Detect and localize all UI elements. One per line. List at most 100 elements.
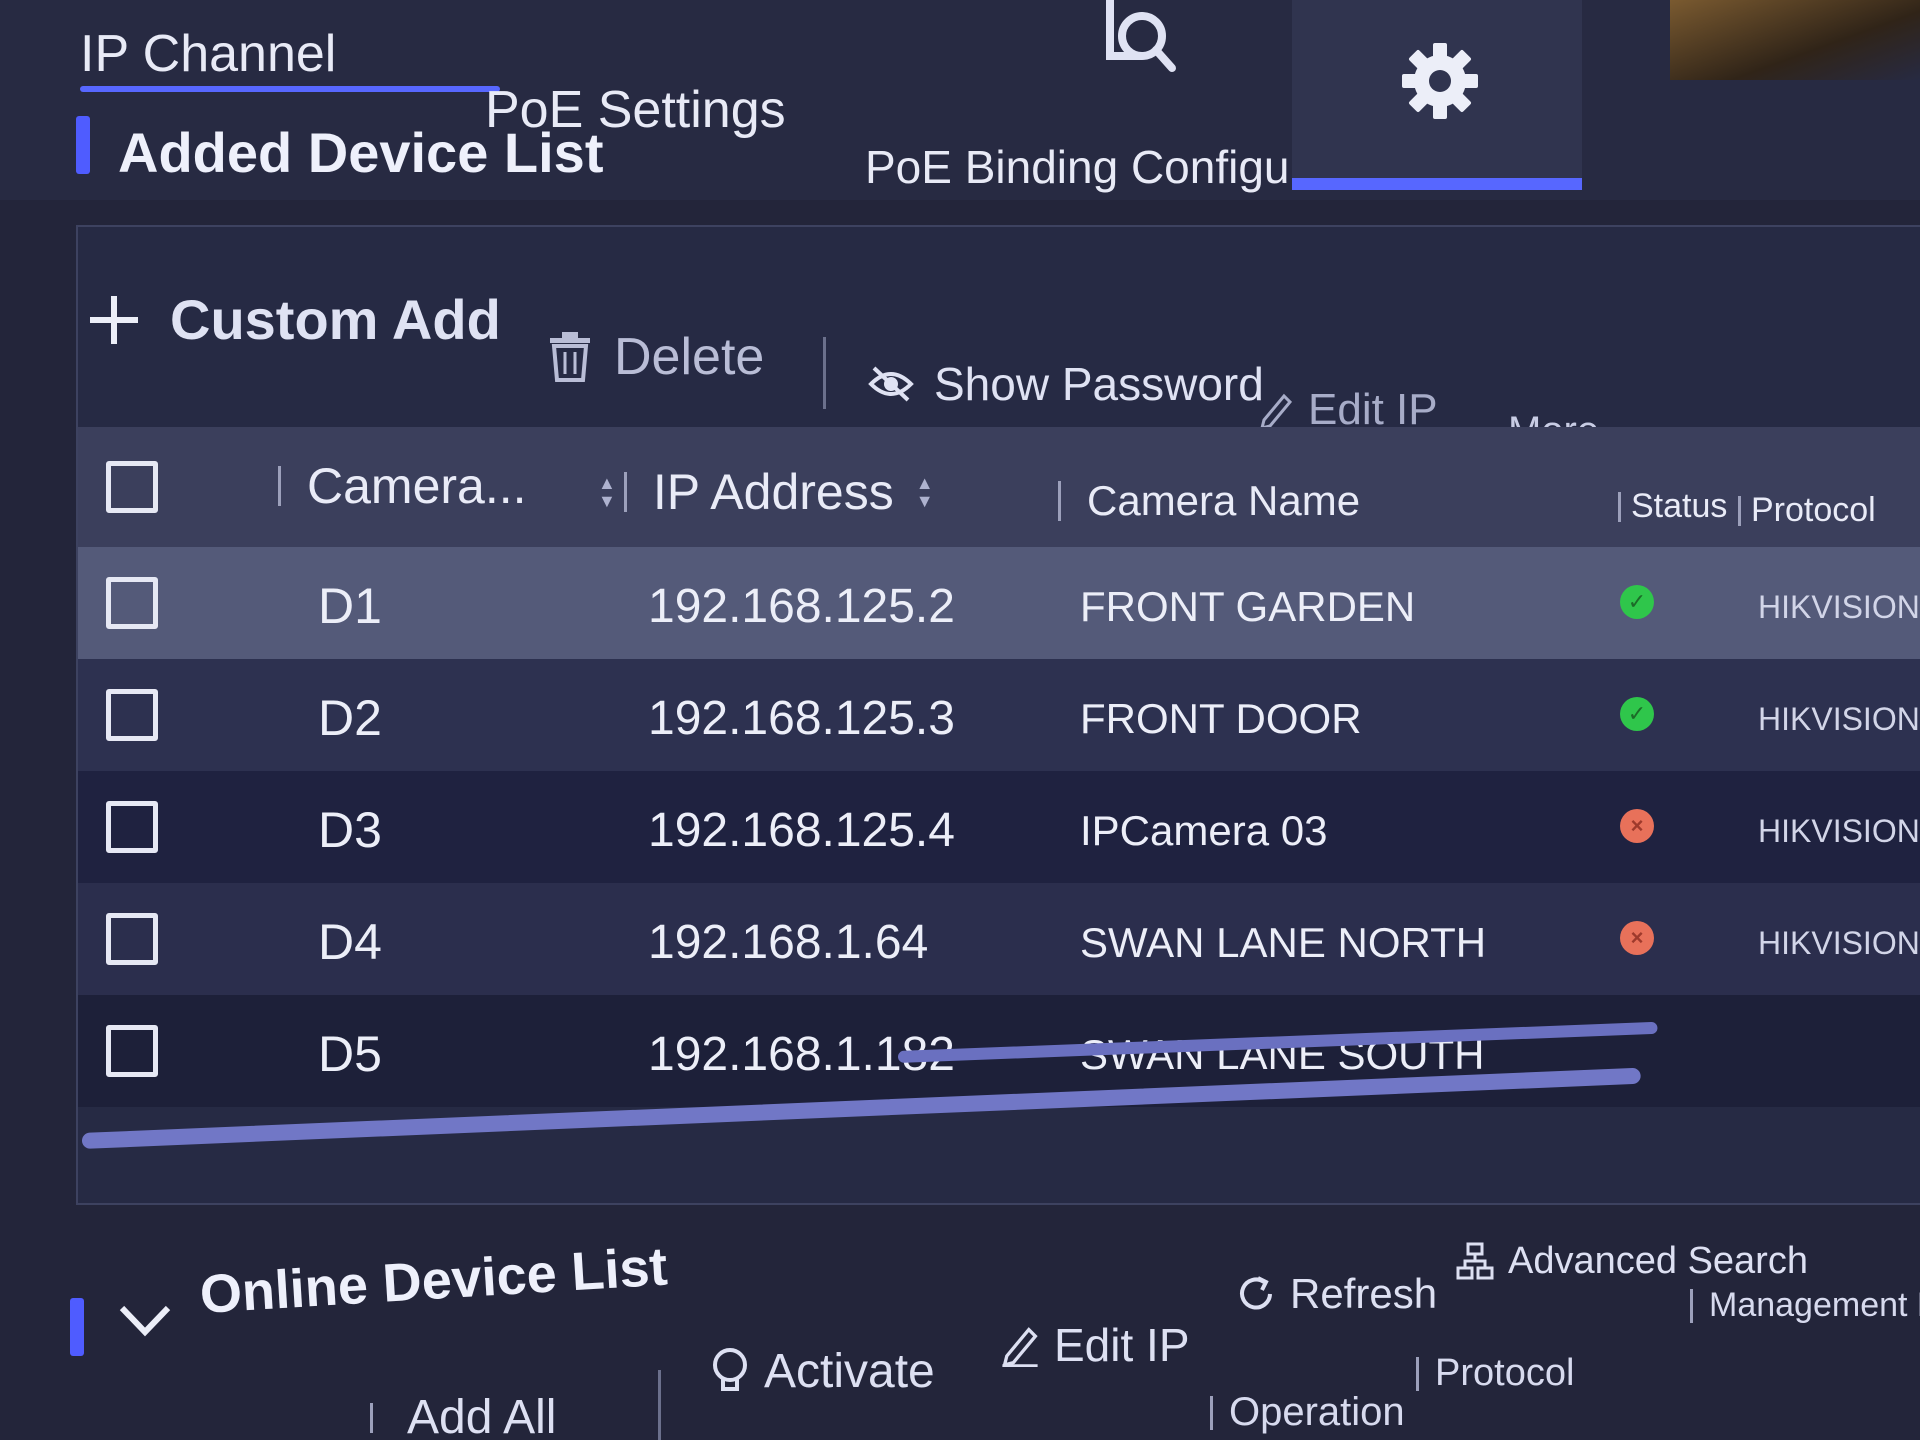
row-checkbox[interactable] xyxy=(106,913,158,965)
column-divider xyxy=(1738,495,1741,526)
column-header-management-port-label: Management Port xyxy=(1709,1286,1920,1324)
tab-ip-channel-label: IP Channel xyxy=(80,25,337,83)
online-device-toolbar: Add All Activate Edit IP Refresh Advance… xyxy=(60,1220,1920,1440)
protocol-cell: HIKVISION xyxy=(1758,589,1920,625)
sort-icon: ▲ ▼ xyxy=(598,473,616,511)
trash-icon xyxy=(550,332,590,382)
search-document-icon xyxy=(1106,0,1176,72)
camera-name-cell: IPCamera 03 xyxy=(1080,807,1328,854)
column-header-protocol-label: Protocol xyxy=(1751,491,1876,529)
advanced-search-label: Advanced Search xyxy=(1508,1240,1808,1282)
column-divider xyxy=(623,472,627,512)
status-online-icon: ✓ xyxy=(1620,697,1654,731)
advanced-search-button[interactable]: Advanced Search xyxy=(1456,1240,1808,1283)
activate-label: Activate xyxy=(764,1345,935,1398)
pencil-icon xyxy=(1259,393,1293,430)
row-checkbox[interactable] xyxy=(106,1025,158,1077)
ip-cell: 192.168.125.4 xyxy=(648,804,955,857)
monitor-bezel xyxy=(1670,0,1920,80)
channel-cell: D1 xyxy=(318,578,382,634)
column-divider xyxy=(1210,1395,1213,1430)
row-checkbox[interactable] xyxy=(106,801,158,853)
column-header-online-protocol[interactable]: Protocol xyxy=(1416,1352,1574,1395)
column-header-operation-label: Operation xyxy=(1229,1390,1405,1434)
channel-cell: D2 xyxy=(318,690,382,746)
channel-cell: D3 xyxy=(318,802,382,858)
column-header-protocol[interactable]: Protocol xyxy=(1738,491,1876,530)
nav-settings-button[interactable] xyxy=(1292,0,1582,190)
sort-icon: ▲ ▼ xyxy=(915,473,934,511)
activate-button[interactable]: Activate xyxy=(710,1344,935,1399)
column-header-name-label: Camera Name xyxy=(1087,477,1361,524)
ip-cell: 192.168.1.64 xyxy=(648,916,929,969)
column-divider xyxy=(1058,481,1061,521)
column-divider xyxy=(370,1402,373,1433)
column-header-operation[interactable]: Operation xyxy=(1210,1390,1405,1435)
row-checkbox[interactable] xyxy=(106,689,158,741)
toolbar-divider xyxy=(823,337,826,409)
table-row[interactable]: D4 192.168.1.64 SWAN LANE NORTH × HIKVIS… xyxy=(78,883,1920,995)
camera-name-cell: FRONT DOOR xyxy=(1080,695,1362,742)
refresh-button[interactable]: Refresh xyxy=(1236,1270,1437,1318)
show-password-button[interactable]: Show Password xyxy=(868,357,1264,411)
column-header-channel[interactable]: Camera... xyxy=(278,457,527,515)
row-checkbox[interactable] xyxy=(106,577,158,629)
delete-label: Delete xyxy=(614,328,765,386)
section-marker xyxy=(76,116,90,174)
plus-icon xyxy=(90,295,138,344)
add-all-label: Add All xyxy=(407,1391,557,1440)
protocol-cell: HIKVISION xyxy=(1758,925,1920,961)
column-header-status-label: Status xyxy=(1631,487,1728,525)
column-header-ip-label: IP Address xyxy=(652,464,894,520)
table-header: Camera... ▲ ▼ IP Address ▲ ▼ Camera Name S… xyxy=(78,427,1920,547)
refresh-icon xyxy=(1240,1276,1272,1310)
select-all-checkbox[interactable] xyxy=(106,461,158,513)
protocol-cell: HIKVISION xyxy=(1758,701,1920,737)
table-row[interactable]: D2 192.168.125.3 FRONT DOOR ✓ HIKVISION xyxy=(78,659,1920,771)
channel-cell: D5 xyxy=(318,1026,382,1082)
online-edit-ip-button[interactable]: Edit IP xyxy=(1000,1318,1190,1372)
column-divider xyxy=(278,466,281,506)
column-divider xyxy=(1618,491,1621,522)
show-password-label: Show Password xyxy=(934,358,1264,410)
camera-name-cell: SWAN LANE NORTH xyxy=(1080,919,1487,966)
column-header-camera-name[interactable]: Camera Name xyxy=(1058,477,1360,525)
table-row[interactable]: D3 192.168.125.4 IPCamera 03 × HIKVISION xyxy=(78,771,1920,883)
column-divider xyxy=(1690,1288,1693,1323)
custom-add-label: Custom Add xyxy=(170,288,501,351)
online-device-section: Online Device List Add All Activate Edit… xyxy=(60,1220,1920,1440)
pencil-icon xyxy=(1002,1327,1038,1367)
custom-add-button[interactable]: Custom Add xyxy=(86,287,501,352)
added-device-panel: Custom Add Delete Show Password Edit IP … xyxy=(76,225,1920,1205)
table-row[interactable]: D1 192.168.125.2 FRONT GARDEN ✓ HIKVISIO… xyxy=(78,547,1920,659)
added-device-toolbar: Custom Add Delete Show Password Edit IP xyxy=(78,227,1920,453)
ip-cell: 192.168.125.3 xyxy=(648,692,955,745)
added-device-list-title: Added Device List xyxy=(118,121,604,184)
toolbar-divider xyxy=(658,1370,661,1440)
column-header-ip-address[interactable]: ▲ ▼ IP Address ▲ ▼ xyxy=(598,463,934,521)
column-divider xyxy=(1416,1356,1419,1391)
added-device-table: Camera... ▲ ▼ IP Address ▲ ▼ Camera Name S… xyxy=(78,427,1920,1107)
tab-ip-channel[interactable]: IP Channel xyxy=(80,24,500,92)
active-tab-indicator xyxy=(80,86,500,92)
eye-slash-icon xyxy=(868,366,914,402)
status-offline-icon: × xyxy=(1620,921,1654,955)
channel-cell: D4 xyxy=(318,914,382,970)
protocol-cell: HIKVISION xyxy=(1758,813,1920,849)
online-edit-ip-label: Edit IP xyxy=(1054,1319,1190,1371)
nav-search-button[interactable] xyxy=(1040,0,1290,190)
delete-button[interactable]: Delete xyxy=(548,327,764,387)
column-header-status[interactable]: Status xyxy=(1618,487,1727,526)
column-header-management-port[interactable]: Management Port xyxy=(1690,1286,1920,1325)
gear-icon xyxy=(1402,43,1478,119)
camera-name-cell: FRONT GARDEN xyxy=(1080,583,1416,630)
lightbulb-icon xyxy=(713,1347,747,1391)
add-all-button[interactable]: Add All xyxy=(370,1390,556,1440)
active-nav-indicator xyxy=(1292,178,1582,190)
column-header-online-protocol-label: Protocol xyxy=(1435,1352,1575,1394)
network-icon xyxy=(1456,1242,1494,1279)
column-header-channel-label: Camera... xyxy=(307,458,527,514)
ip-cell: 192.168.125.2 xyxy=(648,580,955,633)
status-offline-icon: × xyxy=(1620,809,1654,843)
refresh-label: Refresh xyxy=(1290,1270,1438,1317)
